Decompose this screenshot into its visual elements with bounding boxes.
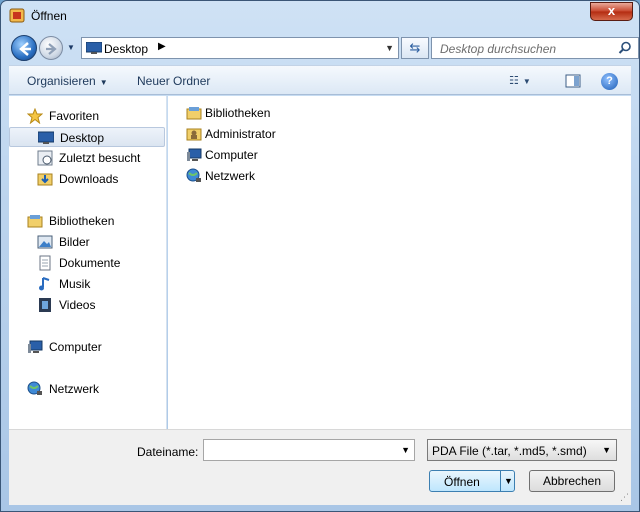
sidebar-header-favorites[interactable]: Favoriten bbox=[9, 106, 165, 126]
filetype-value: PDA File (*.tar, *.md5, *.smd) bbox=[432, 444, 587, 458]
filename-field[interactable]: ▼ bbox=[203, 439, 415, 461]
videos-icon bbox=[39, 298, 51, 312]
sidebar-item-label: Dokumente bbox=[59, 256, 121, 270]
command-toolbar: Organisieren ▼ Neuer Ordner ☷ ▼ ? bbox=[9, 65, 631, 95]
sidebar-item-label: Downloads bbox=[59, 172, 119, 186]
chevron-down-icon[interactable]: ▼ bbox=[385, 43, 394, 53]
sidebar-header-label: Favoriten bbox=[49, 109, 100, 123]
address-bar[interactable]: Desktop ▶ ▼ bbox=[81, 37, 399, 59]
list-item-label: Bibliotheken bbox=[205, 106, 271, 120]
list-item[interactable]: Bibliotheken bbox=[186, 103, 386, 123]
refresh-icon: ⇆ bbox=[409, 40, 421, 55]
history-dropdown-icon[interactable]: ▼ bbox=[67, 43, 75, 52]
file-list: Bibliotheken Administrator Computer Netz… bbox=[168, 96, 631, 429]
sidebar-item-label: Videos bbox=[59, 298, 96, 312]
split-divider bbox=[500, 471, 501, 491]
sidebar-item-pictures[interactable]: Bilder bbox=[9, 232, 165, 252]
desktop-icon bbox=[38, 131, 54, 144]
filetype-select[interactable]: PDA File (*.tar, *.md5, *.smd) ▼ bbox=[427, 439, 617, 461]
sidebar-item-label: Computer bbox=[49, 340, 102, 354]
chevron-down-icon[interactable]: ▼ bbox=[401, 445, 410, 455]
sidebar-header-label: Bibliotheken bbox=[49, 214, 115, 228]
back-button[interactable] bbox=[11, 35, 37, 61]
chevron-down-icon: ▼ bbox=[99, 78, 108, 87]
preview-pane-icon[interactable] bbox=[565, 73, 581, 89]
computer-icon bbox=[187, 148, 202, 161]
sidebar-item-music[interactable]: Musik bbox=[9, 274, 165, 294]
sidebar-item-videos[interactable]: Videos bbox=[9, 295, 165, 315]
address-text[interactable]: Desktop bbox=[104, 42, 148, 56]
search-icon[interactable] bbox=[618, 41, 632, 55]
libraries-icon bbox=[27, 215, 43, 228]
star-icon bbox=[27, 108, 43, 124]
navigation-pane: Favoriten Desktop Zuletzt besucht Downlo… bbox=[9, 96, 167, 429]
window-title: Öffnen bbox=[31, 9, 67, 23]
user-folder-icon bbox=[186, 128, 202, 141]
sidebar-item-label: Zuletzt besucht bbox=[59, 151, 141, 165]
recent-places-icon bbox=[37, 150, 53, 166]
list-item[interactable]: Netzwerk bbox=[186, 166, 386, 186]
title-bar[interactable]: Öffnen x bbox=[1, 1, 639, 31]
cancel-button[interactable]: Abbrechen bbox=[529, 470, 615, 492]
sidebar-item-computer[interactable]: Computer bbox=[9, 337, 165, 357]
open-file-dialog: Öffnen x ▼ Desktop ▶ ▼ ⇆ Desktop durchsu… bbox=[0, 0, 640, 512]
navigation-bar: ▼ Desktop ▶ ▼ ⇆ Desktop durchsuchen bbox=[9, 33, 639, 61]
downloads-folder-icon bbox=[37, 173, 53, 186]
desktop-icon bbox=[86, 42, 102, 54]
refresh-button[interactable]: ⇆ bbox=[401, 37, 429, 59]
sidebar-item-label: Desktop bbox=[60, 131, 105, 145]
list-item[interactable]: Administrator bbox=[186, 124, 386, 144]
computer-icon bbox=[28, 340, 43, 353]
list-item[interactable]: Computer bbox=[186, 145, 386, 165]
search-input[interactable]: Desktop durchsuchen bbox=[431, 37, 639, 59]
open-button-label: Öffnen bbox=[444, 475, 480, 489]
open-options-dropdown[interactable]: ▼ bbox=[504, 476, 513, 486]
libraries-icon bbox=[186, 107, 202, 120]
dialog-footer: Dateiname: ▼ PDA File (*.tar, *.md5, *.s… bbox=[9, 429, 631, 505]
sidebar-item-label: Bilder bbox=[59, 235, 90, 249]
network-icon bbox=[186, 168, 201, 182]
resize-grip-icon[interactable]: ⋰ bbox=[620, 492, 629, 503]
sidebar-item-network[interactable]: Netzwerk bbox=[9, 379, 165, 399]
list-item-label: Administrator bbox=[205, 127, 276, 141]
chevron-down-icon: ▼ bbox=[602, 445, 611, 455]
sidebar-item-label: Musik bbox=[59, 277, 91, 291]
sidebar-item-recent[interactable]: Zuletzt besucht bbox=[9, 148, 165, 168]
view-options-icon: ☷ bbox=[509, 75, 519, 87]
network-icon bbox=[27, 381, 42, 395]
list-item-label: Computer bbox=[205, 148, 258, 162]
new-folder-button[interactable]: Neuer Ordner bbox=[137, 74, 210, 88]
forward-arrow-icon bbox=[46, 43, 57, 55]
pictures-icon bbox=[37, 235, 53, 249]
sidebar-item-downloads[interactable]: Downloads bbox=[9, 169, 165, 189]
music-icon bbox=[39, 277, 50, 291]
chevron-down-icon: ▼ bbox=[522, 77, 531, 86]
filename-label: Dateiname: bbox=[137, 445, 199, 459]
sidebar-header-libraries[interactable]: Bibliotheken bbox=[9, 211, 165, 231]
list-item-label: Netzwerk bbox=[205, 169, 256, 183]
search-placeholder: Desktop durchsuchen bbox=[440, 42, 557, 56]
app-icon bbox=[9, 8, 25, 23]
organize-menu-button[interactable]: Organisieren ▼ bbox=[27, 74, 108, 88]
close-button[interactable]: x bbox=[590, 2, 633, 21]
view-options-button[interactable]: ☷ ▼ bbox=[509, 74, 549, 90]
sidebar-item-label: Netzwerk bbox=[49, 382, 100, 396]
chevron-right-icon[interactable]: ▶ bbox=[158, 41, 166, 52]
sidebar-item-documents[interactable]: Dokumente bbox=[9, 253, 165, 273]
help-icon[interactable]: ? bbox=[601, 73, 618, 90]
back-arrow-icon bbox=[19, 42, 31, 56]
organize-label: Organisieren bbox=[27, 74, 96, 88]
open-button[interactable]: Öffnen ▼ bbox=[429, 470, 515, 492]
documents-icon bbox=[39, 255, 51, 271]
close-icon: x bbox=[607, 3, 616, 18]
forward-button[interactable] bbox=[39, 36, 63, 60]
sidebar-item-desktop[interactable]: Desktop bbox=[9, 127, 165, 147]
